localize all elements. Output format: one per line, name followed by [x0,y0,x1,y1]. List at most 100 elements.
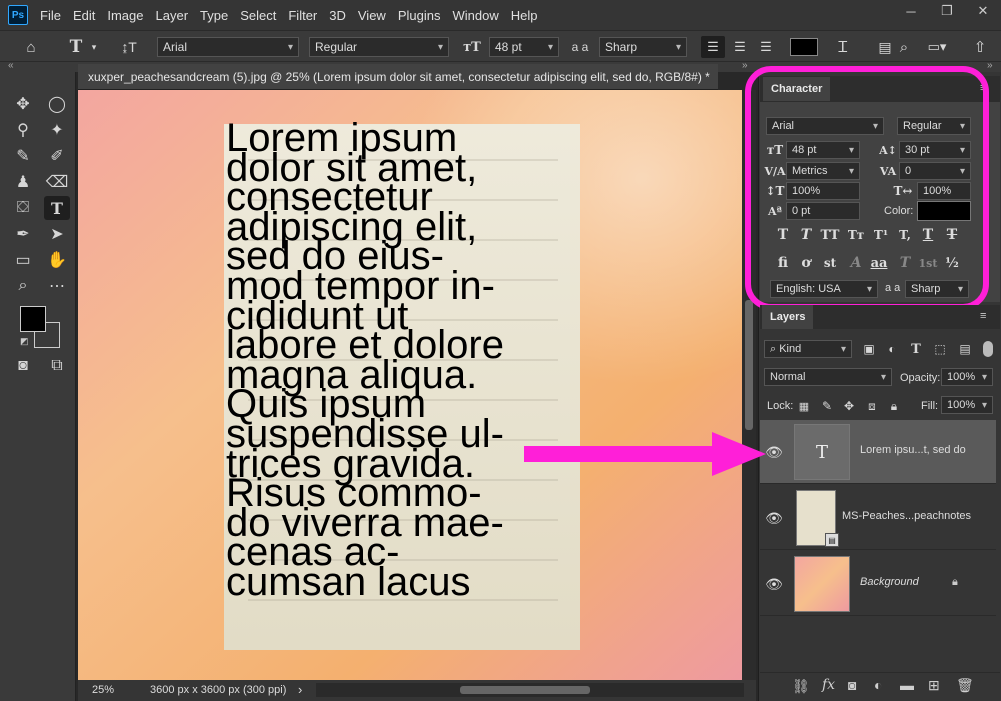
menu-image[interactable]: Image [101,8,149,23]
path-selection-tool-icon[interactable]: ➤ [44,222,70,246]
menu-help[interactable]: Help [505,8,544,23]
new-layer-icon[interactable]: ⊞ [928,677,940,694]
layer-filter-select[interactable]: ⌕ Kind ▾ [764,340,852,358]
font-family-select[interactable]: Arial ▾ [157,37,299,57]
tab-layers[interactable]: Layers [762,305,814,329]
filter-type-icon[interactable]: T [908,341,924,357]
collapse-mid-icon[interactable]: » [742,60,748,71]
menu-file[interactable]: File [34,8,67,23]
marquee-tool-icon[interactable]: ◯ [44,92,70,116]
layer-row-smart-object[interactable]: 👁︎ ▤ MS-Peaches...peachnotes [760,486,996,550]
rectangle-tool-icon[interactable]: ▭ [10,248,36,272]
status-menu-arrow[interactable]: › [298,682,302,697]
hscroll-thumb[interactable] [460,686,590,694]
status-bar: 25% 3600 px x 3600 px (300 ppi) › [78,680,756,701]
document-tab[interactable]: xuxper_peachesandcream (5).jpg @ 25% (Lo… [78,64,718,90]
visibility-eye-icon[interactable]: 👁︎ [765,576,783,592]
menu-type[interactable]: Type [194,8,234,23]
delete-layer-icon[interactable]: 🗑︎ [956,677,974,694]
horizontal-scrollbar[interactable] [316,683,744,697]
workspace-icon[interactable]: ▭▾ [922,36,952,58]
toggle-panels-icon[interactable]: ▤ [874,36,896,58]
font-style-select[interactable]: Regular ▾ [309,37,449,57]
filter-pixel-icon[interactable]: ▣ [861,341,877,357]
filter-shape-icon[interactable]: ⬚ [932,341,948,357]
layers-panel-menu-icon[interactable]: ≡ [980,310,986,322]
align-left-icon[interactable]: ☰ [701,36,725,58]
zoom-level[interactable]: 25% [92,684,114,696]
blend-mode-select[interactable]: Normal ▾ [764,368,892,386]
fill-field[interactable]: 100% ▾ [941,396,993,414]
restore-icon[interactable]: ❐ [929,0,965,22]
fx-icon[interactable]: fx [822,677,835,693]
layer-lock-icon[interactable]: 🔒︎ [952,576,958,589]
menu-3d[interactable]: 3D [323,8,352,23]
eyedropper-tool-icon[interactable]: ✎ [10,144,36,168]
lock-position-icon[interactable]: ✥ [841,398,857,414]
link-layers-icon[interactable]: ⛓︎ [792,678,810,695]
eraser-tool-icon[interactable]: ⌫ [44,170,70,194]
magic-wand-tool-icon[interactable]: ✦ [44,118,70,142]
background-layer-thumbnail [794,556,850,612]
align-center-icon[interactable]: ☰ [728,36,752,58]
default-colors-icon[interactable]: ◩ [20,336,29,347]
layer-name[interactable]: Background [860,576,919,588]
foreground-color-swatch[interactable] [20,306,46,332]
add-mask-icon[interactable]: ◙ [848,677,856,693]
canvas[interactable]: Lorem ipsum dolor sit amet, consectetur … [78,90,742,680]
menu-layer[interactable]: Layer [150,8,195,23]
brush-tool-icon[interactable]: ✐ [44,144,70,168]
type-tool-icon[interactable]: T [44,196,70,220]
home-icon[interactable]: ⌂ [20,36,42,58]
menu-window[interactable]: Window [446,8,504,23]
warp-text-icon[interactable]: Ꮖ [832,36,854,58]
menu-select[interactable]: Select [234,8,282,23]
document-tab-title: xuxper_peachesandcream (5).jpg @ 25% (Lo… [88,70,710,84]
stamp-tool-icon[interactable]: ♟ [10,170,36,194]
lock-transparent-icon[interactable]: ▦ [796,398,812,414]
layer-name[interactable]: Lorem ipsu...t, sed do [860,444,966,456]
anti-alias-select[interactable]: Sharp ▾ [599,37,687,57]
layer-row-text[interactable]: 👁︎ T Lorem ipsu...t, sed do [760,420,996,484]
opacity-field[interactable]: 100% ▾ [941,368,993,386]
screen-mode-icon[interactable]: ⧉ [44,354,70,378]
zoom-tool-icon[interactable]: ⌕ [10,274,36,298]
lock-image-icon[interactable]: ✎ [819,398,835,414]
visibility-eye-icon[interactable]: 👁︎ [765,510,783,526]
share-icon[interactable]: ⇧ [968,36,992,58]
paint-bucket-tool-icon[interactable]: ⛋ [10,196,36,220]
more-tools-icon[interactable]: ⋯ [44,274,70,298]
layer-row-background[interactable]: 👁︎ Background 🔒︎ [760,552,996,616]
filter-toggle[interactable] [983,341,993,357]
lock-artboard-icon[interactable]: ⧈ [864,398,880,414]
lasso-tool-icon[interactable]: ⚲ [10,118,36,142]
type-tool-preset-icon[interactable]: T [66,36,86,58]
move-tool-icon[interactable]: ✥ [10,92,36,116]
scrollbar-thumb[interactable] [745,300,753,430]
align-right-icon[interactable]: ☰ [754,36,778,58]
chevron-down-icon[interactable]: ▾ [88,37,100,57]
minimize-icon[interactable]: ─ [893,0,929,22]
toggle-orientation-icon[interactable]: ↨T [118,36,140,58]
menu-view[interactable]: View [352,8,392,23]
filter-smart-object-icon[interactable]: ▤ [957,341,973,357]
search-icon[interactable]: ⌕ [894,36,914,58]
text-color-swatch[interactable] [790,38,818,56]
quick-mask-icon[interactable]: ◙ [10,354,36,378]
pen-tool-icon[interactable]: ✒ [10,222,36,246]
menu-edit[interactable]: Edit [67,8,101,23]
close-window-icon[interactable]: ✕ [965,0,1001,22]
filter-adjustment-icon[interactable]: ◐ [884,341,900,357]
menu-plugins[interactable]: Plugins [392,8,447,23]
collapse-left-icon[interactable]: « [8,60,14,71]
collapse-right-icon[interactable]: » [987,60,993,71]
adjustment-layer-icon[interactable]: ◐ [874,677,882,693]
font-size-select[interactable]: 48 pt ▾ [489,37,559,57]
filter-search-icon: ⌕ [770,342,780,355]
layer-name[interactable]: MS-Peaches...peachnotes [842,510,971,522]
menu-filter[interactable]: Filter [282,8,323,23]
hand-tool-icon[interactable]: ✋ [44,248,70,272]
canvas-text-block[interactable]: Lorem ipsum dolor sit amet, consectetur … [226,118,646,601]
lock-all-icon[interactable]: 🔒︎ [886,398,902,414]
new-group-icon[interactable]: ▬ [900,677,914,693]
